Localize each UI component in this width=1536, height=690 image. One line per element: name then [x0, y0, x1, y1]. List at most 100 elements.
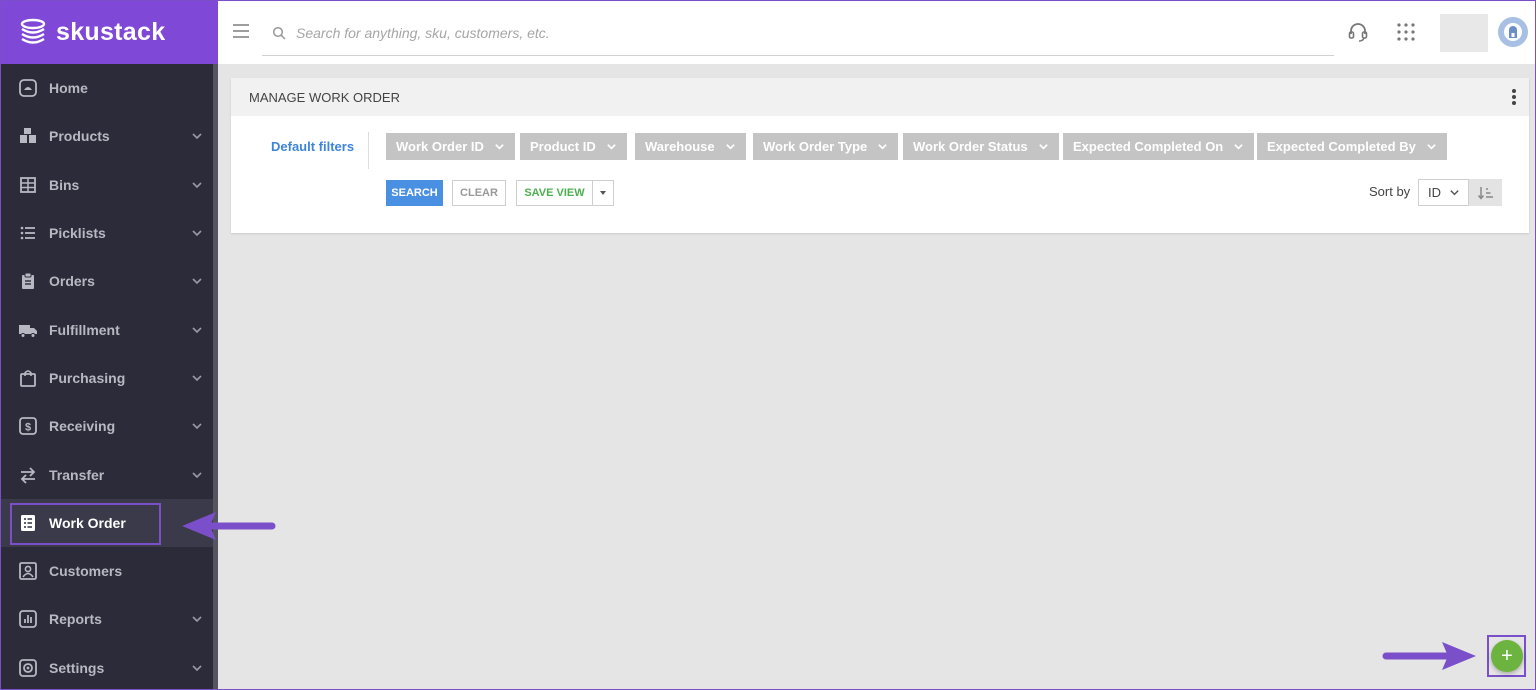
chevron-down-icon — [725, 144, 735, 150]
kebab-menu-icon[interactable] — [1511, 88, 1517, 106]
sidebar-item-receiving[interactable]: $ Receiving — [0, 402, 213, 450]
sidebar-item-fulfillment[interactable]: Fulfillment — [0, 305, 213, 353]
sidebar-nav: Home Products Bins Picklists Orders Fulf… — [0, 64, 213, 690]
brand-name: skustack — [56, 17, 166, 46]
sidebar-item-transfer[interactable]: Transfer — [0, 450, 213, 498]
headset-icon[interactable] — [1346, 20, 1370, 44]
chevron-down-icon — [1038, 144, 1048, 150]
annotation-arrow-left-icon — [182, 512, 276, 540]
sidebar-item-products[interactable]: Products — [0, 112, 213, 160]
chevron-down-icon — [192, 182, 202, 188]
filter-expected-completed-on[interactable]: Expected Completed On — [1063, 133, 1255, 160]
chevron-down-icon — [878, 144, 888, 150]
skustack-logo-icon — [20, 18, 46, 44]
sidebar-item-customers[interactable]: Customers — [0, 547, 213, 595]
filter-label: Expected Completed On — [1073, 139, 1224, 154]
annotation-arrow-right-icon — [1382, 642, 1476, 670]
search-icon — [272, 26, 286, 40]
filter-label: Warehouse — [645, 139, 715, 154]
sidebar-item-label: Receiving — [49, 418, 116, 435]
chevron-down-icon — [1450, 190, 1459, 196]
filter-work-order-status[interactable]: Work Order Status — [903, 133, 1059, 160]
bins-icon — [17, 174, 39, 196]
products-icon — [17, 125, 39, 147]
sidebar-item-label: Transfer — [49, 466, 105, 483]
sidebar-item-label: Purchasing — [49, 369, 126, 386]
sidebar-item-purchasing[interactable]: Purchasing — [0, 354, 213, 402]
sidebar-item-label: Settings — [49, 659, 105, 676]
page-title: MANAGE WORK ORDER — [249, 89, 400, 105]
customers-icon — [17, 560, 39, 582]
sidebar-item-label: Orders — [49, 273, 95, 290]
truck-icon — [17, 319, 39, 341]
filter-label: Work Order Status — [913, 139, 1028, 154]
search-button[interactable]: SEARCH — [386, 180, 443, 206]
manage-work-order-card: MANAGE WORK ORDER Default filters Work O… — [231, 78, 1529, 233]
filter-label: Work Order Type — [763, 139, 868, 154]
clipboard-icon — [17, 270, 39, 292]
home-icon — [17, 77, 39, 99]
sort-by-label: Sort by — [1369, 184, 1411, 199]
filter-label: Work Order ID — [396, 139, 484, 154]
chevron-down-icon — [192, 616, 202, 623]
svg-text:$: $ — [25, 422, 31, 434]
dollar-icon: $ — [17, 415, 39, 437]
sidebar-scrollbar[interactable] — [213, 64, 218, 690]
chevron-down-icon — [192, 471, 202, 478]
sort-descending-icon — [1477, 186, 1493, 200]
sidebar-item-orders[interactable]: Orders — [0, 257, 213, 305]
sidebar-item-home[interactable]: Home — [0, 64, 213, 112]
sidebar-item-reports[interactable]: Reports — [0, 595, 213, 643]
sidebar-item-label: Picklists — [49, 225, 106, 242]
gear-icon — [17, 657, 39, 679]
hamburger-menu-icon[interactable] — [232, 22, 250, 40]
filter-divider — [368, 132, 369, 169]
sidebar-item-bins[interactable]: Bins — [0, 161, 213, 209]
chevron-down-icon — [192, 278, 202, 285]
sidebar-item-label: Customers — [49, 563, 123, 580]
user-avatar-icon — [1504, 23, 1522, 41]
add-work-order-button[interactable]: + — [1491, 640, 1523, 672]
sidebar-item-label: Home — [49, 80, 88, 97]
chevron-down-icon — [1427, 144, 1436, 150]
card-header: MANAGE WORK ORDER — [231, 78, 1529, 116]
sidebar-item-label: Fulfillment — [49, 321, 120, 338]
sidebar: skustack Home Products Bins Picklists Or… — [0, 0, 218, 690]
sidebar-item-label: Products — [49, 128, 110, 145]
highlight-box — [10, 502, 161, 545]
filter-label: Expected Completed By — [1267, 139, 1416, 154]
chevron-down-icon — [192, 133, 202, 140]
filter-warehouse[interactable]: Warehouse — [635, 133, 746, 160]
filter-product-id[interactable]: Product ID — [520, 133, 627, 160]
sort-direction-button[interactable] — [1469, 179, 1502, 206]
filter-work-order-type[interactable]: Work Order Type — [753, 133, 899, 160]
sidebar-item-picklists[interactable]: Picklists — [0, 209, 213, 257]
account-logo-placeholder[interactable] — [1440, 14, 1488, 52]
bag-icon — [17, 367, 39, 389]
filter-work-order-id[interactable]: Work Order ID — [386, 133, 515, 160]
chevron-down-icon — [192, 327, 202, 333]
search-bar — [262, 10, 1334, 56]
save-view-dropdown-button[interactable] — [592, 180, 614, 206]
filter-label: Product ID — [530, 139, 596, 154]
search-input[interactable] — [296, 24, 1196, 41]
default-filters-link[interactable]: Default filters — [271, 139, 354, 154]
avatar[interactable] — [1498, 17, 1528, 47]
filter-expected-completed-by[interactable]: Expected Completed By — [1257, 133, 1447, 160]
sort-by-select[interactable]: ID — [1418, 179, 1469, 206]
sidebar-item-label: Bins — [49, 176, 80, 193]
sidebar-item-settings[interactable]: Settings — [0, 644, 213, 690]
chevron-down-icon — [192, 230, 202, 237]
chevron-down-icon — [192, 665, 202, 671]
sidebar-item-label: Reports — [49, 611, 102, 628]
save-view-button[interactable]: SAVE VIEW — [516, 180, 593, 206]
chevron-down-icon — [1234, 144, 1244, 150]
sort-by-value: ID — [1428, 185, 1441, 200]
brand[interactable]: skustack — [0, 0, 218, 64]
list-icon — [17, 222, 39, 244]
caret-down-icon — [600, 191, 606, 195]
chevron-down-icon — [606, 144, 616, 150]
topbar — [218, 0, 1536, 64]
apps-grid-icon[interactable] — [1394, 20, 1418, 44]
clear-button[interactable]: CLEAR — [452, 180, 506, 206]
